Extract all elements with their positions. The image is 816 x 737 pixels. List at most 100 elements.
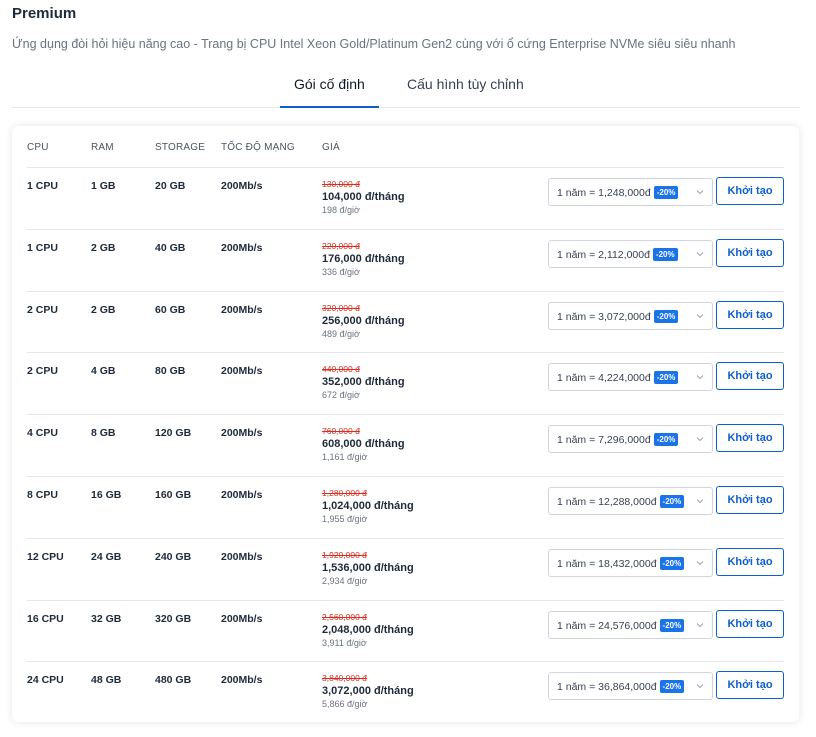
discount-badge: -20% xyxy=(659,556,685,570)
cell-storage: 320 GB xyxy=(155,612,192,625)
billing-term-select[interactable]: 1 năm = 1,248,000đ -20% xyxy=(548,178,713,206)
billing-term-value: 1 năm = 7,296,000đ -20% xyxy=(557,433,679,447)
monthly-price: 352,000 đ/tháng xyxy=(322,376,405,389)
table-row: 1 CPU 1 GB 20 GB 200Mb/s 130,000 đ 104,0… xyxy=(27,168,784,230)
cell-price: 2,560,000 đ 2,048,000 đ/tháng 3,911 đ/gi… xyxy=(322,611,414,650)
cell-network-speed: 200Mb/s xyxy=(221,241,263,254)
billing-term-select[interactable]: 1 năm = 2,112,000đ -20% xyxy=(548,239,713,268)
billing-term-value: 1 năm = 1,248,000đ -20% xyxy=(557,186,679,199)
cell-storage: 80 GB xyxy=(155,365,186,378)
old-price: 1,920,000 đ xyxy=(322,549,367,560)
discount-badge: -20% xyxy=(653,433,679,447)
cell-network-speed: 200Mb/s xyxy=(221,612,263,625)
hourly-price: 2,934 đ/giờ xyxy=(322,575,368,586)
create-button[interactable]: Khởi tạo xyxy=(716,362,784,391)
tab-custom-config[interactable]: Cấu hình tùy chỉnh xyxy=(407,76,524,107)
table-body: 1 CPU 1 GB 20 GB 200Mb/s 130,000 đ 104,0… xyxy=(27,168,784,724)
cell-storage: 160 GB xyxy=(155,488,192,501)
term-label: 1 năm = 3,072,000đ xyxy=(557,310,651,323)
cell-price: 1,920,000 đ 1,536,000 đ/tháng 2,934 đ/gi… xyxy=(322,549,414,588)
cell-cpu: 2 CPU xyxy=(27,365,58,378)
monthly-price: 3,072,000 đ/tháng xyxy=(322,685,414,698)
cell-ram: 16 GB xyxy=(91,488,122,501)
discount-badge: -20% xyxy=(659,680,685,694)
term-label: 1 năm = 2,112,000đ xyxy=(557,248,650,261)
billing-term-select[interactable]: 1 năm = 4,224,000đ -20% xyxy=(548,363,713,392)
cell-cpu: 8 CPU xyxy=(27,488,58,501)
discount-badge: -20% xyxy=(653,309,679,323)
old-price: 2,560,000 đ xyxy=(322,611,367,622)
hourly-price: 672 đ/giờ xyxy=(322,390,360,401)
old-price: 3,840,000 đ xyxy=(322,673,367,684)
cell-ram: 4 GB xyxy=(91,365,116,378)
table-row: 16 CPU 32 GB 320 GB 200Mb/s 2,560,000 đ … xyxy=(27,601,784,663)
cell-ram: 24 GB xyxy=(91,550,122,563)
chevron-down-icon xyxy=(696,375,704,380)
old-price: 130,000 đ xyxy=(322,179,360,189)
pricing-table: CPU RAM STORAGE TỐC ĐỘ MẠNG GIÁ 1 CPU 1 … xyxy=(12,126,799,722)
billing-term-value: 1 năm = 3,072,000đ -20% xyxy=(557,309,679,323)
create-button[interactable]: Khởi tạo xyxy=(716,238,784,267)
chevron-down-icon xyxy=(696,622,704,627)
cell-price: 3,840,000 đ 3,072,000 đ/tháng 5,866 đ/gi… xyxy=(322,672,414,711)
cell-cpu: 12 CPU xyxy=(27,550,64,563)
header-ram: RAM xyxy=(91,142,114,153)
header-network-speed: TỐC ĐỘ MẠNG xyxy=(221,142,295,153)
create-button[interactable]: Khởi tạo xyxy=(716,547,784,576)
cell-price: 320,000 đ 256,000 đ/tháng 489 đ/giờ xyxy=(322,302,405,341)
billing-term-select[interactable]: 1 năm = 36,864,000đ -20% xyxy=(548,672,713,701)
discount-badge: -20% xyxy=(659,494,685,508)
monthly-price: 104,000 đ/tháng xyxy=(322,191,405,203)
cell-cpu: 16 CPU xyxy=(27,612,64,625)
term-label: 1 năm = 4,224,000đ xyxy=(557,372,651,385)
table-header: CPU RAM STORAGE TỐC ĐỘ MẠNG GIÁ xyxy=(27,140,784,168)
hourly-price: 1,161 đ/giờ xyxy=(322,452,368,463)
term-label: 1 năm = 36,864,000đ xyxy=(557,681,657,694)
hourly-price: 5,866 đ/giờ xyxy=(322,699,368,710)
monthly-price: 2,048,000 đ/tháng xyxy=(322,623,414,636)
cell-price: 130,000 đ 104,000 đ/tháng 198 đ/giờ xyxy=(322,178,405,217)
cell-price: 1,280,000 đ 1,024,000 đ/tháng 1,955 đ/gi… xyxy=(322,487,414,526)
cell-ram: 32 GB xyxy=(91,612,122,625)
create-button[interactable]: Khởi tạo xyxy=(716,485,784,514)
create-button[interactable]: Khởi tạo xyxy=(716,671,784,700)
cell-storage: 480 GB xyxy=(155,674,192,687)
cell-storage: 40 GB xyxy=(155,241,186,254)
create-button[interactable]: Khởi tạo xyxy=(716,424,784,453)
cell-network-speed: 200Mb/s xyxy=(221,674,263,687)
page-subtitle: Ứng dụng đòi hỏi hiệu năng cao - Trang b… xyxy=(12,37,736,51)
monthly-price: 1,536,000 đ/tháng xyxy=(322,561,414,574)
billing-term-select[interactable]: 1 năm = 12,288,000đ -20% xyxy=(548,486,713,515)
cell-cpu: 1 CPU xyxy=(27,180,58,192)
old-price: 1,280,000 đ xyxy=(322,487,367,498)
cell-price: 760,000 đ 608,000 đ/tháng 1,161 đ/giờ xyxy=(322,425,405,464)
billing-term-select[interactable]: 1 năm = 24,576,000đ -20% xyxy=(548,610,713,639)
discount-badge: -20% xyxy=(653,186,679,199)
hourly-price: 3,911 đ/giờ xyxy=(322,637,367,648)
create-button[interactable]: Khởi tạo xyxy=(716,300,784,329)
cell-cpu: 1 CPU xyxy=(27,241,58,254)
billing-term-select[interactable]: 1 năm = 3,072,000đ -20% xyxy=(548,301,713,330)
cell-storage: 60 GB xyxy=(155,303,186,316)
create-button[interactable]: Khởi tạo xyxy=(716,609,784,638)
header-storage: STORAGE xyxy=(155,142,206,153)
cell-ram: 2 GB xyxy=(91,303,116,316)
billing-term-select[interactable]: 1 năm = 18,432,000đ -20% xyxy=(548,548,713,577)
old-price: 320,000 đ xyxy=(322,302,360,313)
term-label: 1 năm = 7,296,000đ xyxy=(557,434,651,447)
header-cpu: CPU xyxy=(27,142,49,153)
create-button[interactable]: Khởi tạo xyxy=(716,177,784,205)
table-row: 2 CPU 2 GB 60 GB 200Mb/s 320,000 đ 256,0… xyxy=(27,292,784,354)
discount-badge: -20% xyxy=(653,371,679,385)
tab-fixed-plans[interactable]: Gói cố định xyxy=(280,76,379,108)
discount-badge: -20% xyxy=(659,618,685,632)
chevron-down-icon xyxy=(696,251,704,257)
hourly-price: 1,955 đ/giờ xyxy=(322,513,368,524)
chevron-down-icon xyxy=(696,190,704,195)
hourly-price: 489 đ/giờ xyxy=(322,328,360,339)
monthly-price: 256,000 đ/tháng xyxy=(322,314,405,327)
billing-term-value: 1 năm = 2,112,000đ -20% xyxy=(557,247,678,261)
cell-ram: 8 GB xyxy=(91,427,116,440)
billing-term-select[interactable]: 1 năm = 7,296,000đ -20% xyxy=(548,425,713,454)
monthly-price: 608,000 đ/tháng xyxy=(322,438,405,451)
